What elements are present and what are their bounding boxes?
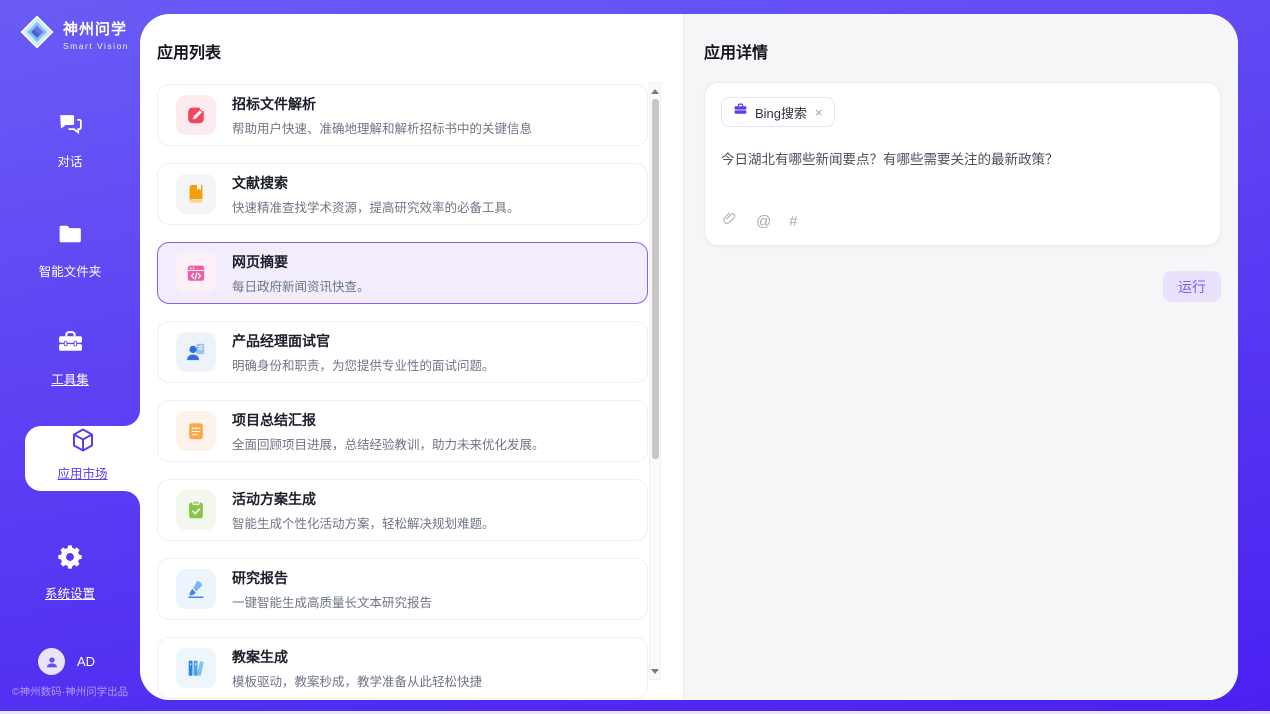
tool-chip-bing-search[interactable]: Bing搜索 ×	[721, 97, 835, 127]
cube-icon	[69, 441, 97, 458]
app-list-title: 应用列表	[157, 39, 221, 63]
query-text[interactable]: 今日湖北有哪些新闻要点？有哪些需要关注的最新政策？	[721, 150, 1204, 170]
app-window: 神州问学 Smart Vision 对话 智能文件夹	[0, 0, 1270, 714]
user-initials: AD	[77, 654, 95, 669]
chat-icon	[56, 126, 85, 143]
app-name: 教案生成	[232, 647, 482, 667]
books-icon	[176, 648, 216, 688]
app-description: 帮助用户快速、准确地理解和解析招标书中的关键信息	[232, 118, 532, 137]
briefcase-icon	[733, 102, 748, 122]
hash-icon[interactable]: #	[789, 213, 797, 230]
gem-diamond-icon	[18, 13, 56, 56]
tool-chip-label: Bing搜索	[755, 103, 807, 122]
book-icon	[176, 174, 216, 214]
app-card-literature-search[interactable]: 文献搜索 快速精准查找学术资源，提高研究效率的必备工具。	[157, 163, 648, 225]
sidebar-item-smart-folder[interactable]: 智能文件夹	[0, 220, 140, 280]
app-description: 一键智能生成高质量长文本研究报告	[232, 592, 432, 611]
folder-icon	[56, 236, 85, 253]
prompt-composer[interactable]: Bing搜索 × 今日湖北有哪些新闻要点？有哪些需要关注的最新政策？ @ #	[704, 82, 1221, 246]
logo-title: 神州问学	[63, 21, 127, 38]
main-panel: 应用列表 招标文件解析 帮助用户快速、准确地理解和解析招标书中的关键信息	[140, 14, 1238, 700]
app-card-project-summary[interactable]: 项目总结汇报 全面回顾项目进展，总结经验教训，助力未来优化发展。	[157, 400, 648, 462]
sidebar-item-label: 智能文件夹	[0, 261, 140, 280]
paperclip-icon[interactable]	[721, 210, 738, 232]
app-card-event-plan[interactable]: 活动方案生成 智能生成个性化活动方案，轻松解决规划难题。	[157, 479, 648, 541]
scroll-down-arrow-icon[interactable]	[650, 665, 660, 677]
chip-close-icon[interactable]: ×	[815, 105, 823, 120]
app-description: 全面回顾项目进展，总结经验教训，助力未来优化发展。	[232, 434, 545, 453]
composer-toolbar: @ #	[721, 210, 798, 232]
app-detail-title: 应用详情	[704, 39, 768, 63]
toolbox-icon	[56, 344, 85, 361]
app-card-pm-interviewer[interactable]: 产品经理面试官 明确身份和职责，为您提供专业性的面试问题。	[157, 321, 648, 383]
app-name: 文献搜索	[232, 173, 520, 193]
sidebar-item-chat[interactable]: 对话	[0, 110, 140, 170]
avatar	[38, 648, 65, 675]
app-name: 研究报告	[232, 568, 432, 588]
pen-research-icon	[176, 569, 216, 609]
app-description: 模板驱动，教案秒成，教学准备从此轻松快捷	[232, 671, 482, 690]
run-button[interactable]: 运行	[1163, 271, 1221, 302]
app-card-web-summary[interactable]: 网页摘要 每日政府新闻资讯快查。	[157, 242, 648, 304]
note-icon	[176, 411, 216, 451]
at-icon[interactable]: @	[756, 213, 771, 230]
interviewer-icon	[176, 332, 216, 372]
app-list-scrollbar[interactable]	[649, 82, 661, 680]
app-description: 智能生成个性化活动方案，轻松解决规划难题。	[232, 513, 495, 532]
app-list-panel: 应用列表 招标文件解析 帮助用户快速、准确地理解和解析招标书中的关键信息	[140, 14, 683, 700]
app-card-bid-parse[interactable]: 招标文件解析 帮助用户快速、准确地理解和解析招标书中的关键信息	[157, 84, 648, 146]
sidebar-item-app-market[interactable]: 应用市场	[25, 410, 140, 507]
browser-code-icon	[176, 253, 216, 293]
app-description: 明确身份和职责，为您提供专业性的面试问题。	[232, 355, 495, 374]
user-account[interactable]: AD	[38, 648, 95, 675]
sidebar-item-label: 系统设置	[0, 583, 140, 602]
app-detail-panel: 应用详情 Bing搜索 × 今日湖北有哪些新闻要点？有哪些需要关注的最新政策？	[683, 14, 1238, 700]
app-card-lesson-plan[interactable]: 教案生成 模板驱动，教案秒成，教学准备从此轻松快捷	[157, 637, 648, 699]
app-name: 活动方案生成	[232, 489, 495, 509]
sidebar: 神州问学 Smart Vision 对话 智能文件夹	[0, 0, 140, 714]
edit-document-icon	[176, 95, 216, 135]
app-name: 项目总结汇报	[232, 410, 545, 430]
app-logo: 神州问学 Smart Vision	[18, 13, 129, 56]
app-card-list: 招标文件解析 帮助用户快速、准确地理解和解析招标书中的关键信息 文献搜索	[157, 84, 648, 700]
sidebar-item-label: 对话	[0, 151, 140, 170]
scrollbar-thumb[interactable]	[652, 99, 659, 459]
copyright-text: ©神州数码·神州问学出品	[0, 684, 140, 699]
app-name: 招标文件解析	[232, 94, 532, 114]
sidebar-item-toolset[interactable]: 工具集	[0, 328, 140, 388]
app-card-research-report[interactable]: 研究报告 一键智能生成高质量长文本研究报告	[157, 558, 648, 620]
app-description: 每日政府新闻资讯快查。	[232, 276, 370, 295]
scroll-up-arrow-icon[interactable]	[650, 85, 660, 97]
app-description: 快速精准查找学术资源，提高研究效率的必备工具。	[232, 197, 520, 216]
sidebar-item-settings[interactable]: 系统设置	[0, 543, 140, 602]
sidebar-item-label: 应用市场	[25, 463, 140, 482]
logo-subtitle: Smart Vision	[63, 41, 129, 51]
app-name: 网页摘要	[232, 252, 370, 272]
gear-icon	[56, 558, 84, 575]
app-name: 产品经理面试官	[232, 331, 495, 351]
sidebar-item-label: 工具集	[0, 369, 140, 388]
clipboard-check-icon	[176, 490, 216, 530]
